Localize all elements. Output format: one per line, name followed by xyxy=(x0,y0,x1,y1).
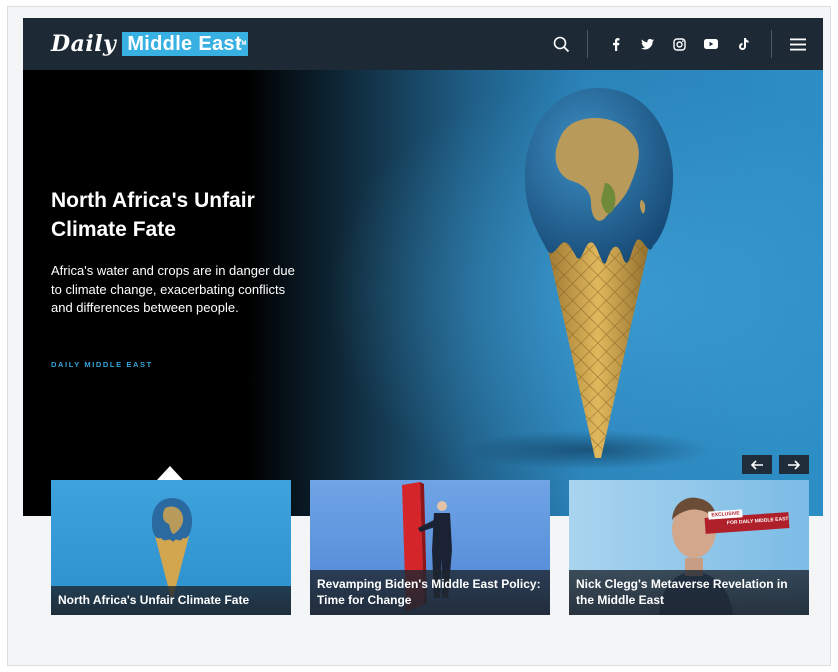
logo-middle-east-label: Middle East xyxy=(127,33,242,55)
card-title: Nick Clegg's Metaverse Revelation in the… xyxy=(569,570,809,615)
site-logo[interactable]: Daily Middle East TM xyxy=(51,31,248,57)
hero-source-label[interactable]: DAILY MIDDLE EAST xyxy=(51,360,153,369)
arrow-right-icon xyxy=(788,459,801,470)
site-header: Daily Middle East TM xyxy=(23,18,823,70)
logo-daily-text: Daily xyxy=(51,31,117,57)
hero-description: Africa's water and crops are in danger d… xyxy=(51,263,295,315)
carousel-card-biden[interactable]: Revamping Biden's Middle East Policy: Ti… xyxy=(310,480,550,615)
header-divider xyxy=(587,30,588,58)
card-title: Revamping Biden's Middle East Policy: Ti… xyxy=(310,570,550,615)
twitter-icon[interactable] xyxy=(638,18,656,70)
facebook-icon[interactable] xyxy=(608,18,624,70)
exclusive-badge: EXCLUSIVE FOR DAILY MIDDLE EAST xyxy=(704,509,790,534)
logo-trademark: TM xyxy=(237,41,247,47)
card-climate-thumbnail xyxy=(151,498,193,598)
prev-slide-button[interactable] xyxy=(742,455,772,474)
active-slide-indicator xyxy=(157,466,183,480)
tiktok-icon[interactable] xyxy=(734,18,752,70)
youtube-icon[interactable] xyxy=(702,18,720,70)
arrow-left-icon xyxy=(750,459,763,470)
header-divider xyxy=(771,30,772,58)
carousel-card-climate[interactable]: North Africa's Unfair Climate Fate xyxy=(51,480,291,615)
exclusive-badge-top: EXCLUSIVE xyxy=(708,509,743,520)
hero-title[interactable]: North Africa's Unfair Climate Fate xyxy=(51,186,311,244)
hero-banner[interactable]: North Africa's Unfair Climate Fate Afric… xyxy=(23,70,823,516)
instagram-icon[interactable] xyxy=(670,18,688,70)
search-icon[interactable] xyxy=(548,18,574,70)
logo-middle-east-text: Middle East TM xyxy=(122,32,248,56)
card-title: North Africa's Unfair Climate Fate xyxy=(51,586,291,615)
next-slide-button[interactable] xyxy=(779,455,809,474)
menu-icon[interactable] xyxy=(788,18,808,70)
melting-globe-ice-cream-image xyxy=(524,88,674,458)
carousel-card-clegg[interactable]: EXCLUSIVE FOR DAILY MIDDLE EAST Nick Cle… xyxy=(569,480,809,615)
